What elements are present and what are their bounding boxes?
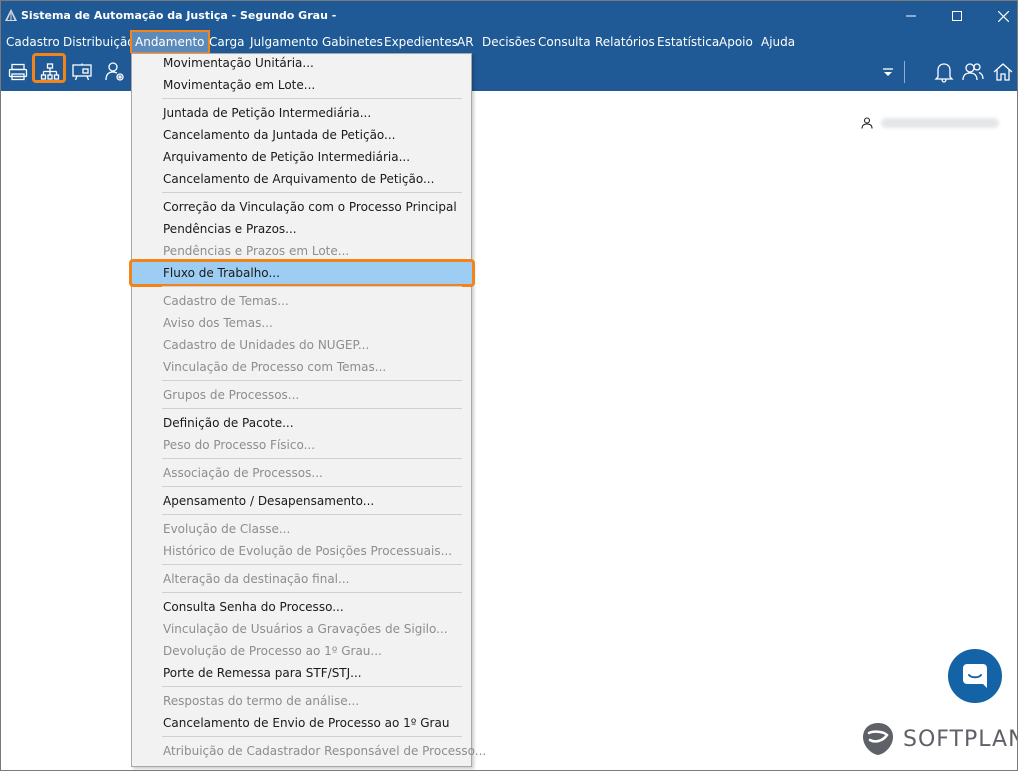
menu-item-historico-de-evolucao-de-posicoes-processuais: Histórico de Evolução de Posições Proces… [163,544,453,558]
current-user [861,117,999,129]
menu-andamento[interactable]: Andamento [130,30,210,54]
toolbar-dropdown-button[interactable] [875,59,901,85]
menu-separator [162,486,462,487]
menu-item-movimentacao-em-lote[interactable]: Movimentação em Lote... [163,74,315,96]
home-icon [993,63,1013,81]
menu-ar[interactable]: AR [457,31,474,53]
minimize-button[interactable] [888,1,934,31]
maximize-button[interactable] [934,1,980,31]
menu-expedientes[interactable]: Expedientes [384,31,458,53]
menu-item-apensamento-desapensamento[interactable]: Apensamento / Desapensamento... [163,490,374,512]
menu-item-vinculacao-de-usuarios-a-gravacoes-de-sigilo: Vinculação de Usuários a Gravações de Si… [163,622,448,636]
menu-item-juntada-de-peticao-intermediaria[interactable]: Juntada de Petição Intermediária... [163,102,371,124]
softplan-logo: SOFTPLAN [861,719,1018,759]
menu-estatistica[interactable]: Estatística [657,31,719,53]
menu-item-cadastro-de-temas: Cadastro de Temas... [163,294,289,308]
title-bar: Sistema de Automação da Justiça - Segund… [1,1,1017,31]
menu-item-cancelamento-da-juntada-de-peticao[interactable]: Cancelamento da Juntada de Petição... [163,124,396,146]
menu-item-pendencias-e-prazos-em-lote: Pendências e Prazos em Lote... [163,244,350,258]
menu-item-atribuicao-de-cadastrador-responsavel-de-processo: Atribuição de Cadastrador Responsável de… [163,744,487,758]
menu-item-respostas-do-termo-de-analise: Respostas do termo de análise... [163,694,360,708]
menu-item-fluxo-de-trabalho[interactable]: Fluxo de Trabalho... [163,262,280,284]
softplan-logo-text: SOFTPLAN [903,726,1018,752]
menu-item-definicao-de-pacote[interactable]: Definição de Pacote... [163,412,294,434]
close-icon [997,10,1009,22]
minimize-icon [906,15,916,17]
toolbar-separator [904,61,905,83]
menu-gabinetes[interactable]: Gabinetes [322,31,383,53]
menu-ajuda[interactable]: Ajuda [761,31,795,53]
printer-icon [8,63,28,81]
menu-item-cancelamento-de-arquivamento-de-peticao[interactable]: Cancelamento de Arquivamento de Petição.… [163,168,434,190]
user-icon [861,117,873,129]
menu-separator [162,514,462,515]
menu-separator [162,408,462,409]
home-button[interactable] [990,59,1016,85]
app-window: Sistema de Automação da Justiça - Segund… [0,0,1018,771]
bell-icon [934,63,954,83]
menu-item-correcao-da-vinculacao-com-o-processo-principal[interactable]: Correção da Vinculação com o Processo Pr… [163,196,457,218]
close-button[interactable] [980,1,1017,31]
menu-carga[interactable]: Carga [209,31,244,53]
toolbar-selection-highlight [32,53,66,83]
board-button[interactable] [69,59,95,85]
menu-distribuicao[interactable]: Distribuição [63,31,135,53]
menu-item-cadastro-de-unidades-do-nugep: Cadastro de Unidades do NUGEP... [163,338,370,352]
menu-item-evolucao-de-classe: Evolução de Classe... [163,522,291,536]
menu-item-associacao-de-processos: Associação de Processos... [163,466,323,480]
user-name-redacted [881,118,999,128]
menu-separator [162,564,462,565]
menu-julgamento[interactable]: Julgamento [250,31,318,53]
menu-item-arquivamento-de-peticao-intermediaria[interactable]: Arquivamento de Petição Intermediária... [163,146,410,168]
menu-cadastro[interactable]: Cadastro [6,31,60,53]
menu-separator [162,286,462,287]
menu-item-consulta-senha-do-processo[interactable]: Consulta Senha do Processo... [163,596,344,618]
menu-relatorios[interactable]: Relatórios [595,31,655,53]
notifications-button[interactable] [931,59,957,85]
users-icon [962,63,984,81]
softplan-logo-icon [863,723,893,755]
user-settings-icon [105,62,124,81]
print-button[interactable] [5,59,31,85]
dropdown-arrow-icon [883,68,893,76]
menu-separator [162,458,462,459]
menu-apoio[interactable]: Apoio [719,31,753,53]
menu-separator [162,686,462,687]
menu-item-movimentacao-unitaria[interactable]: Movimentação Unitária... [163,52,314,74]
board-icon [72,63,92,81]
menu-separator [162,592,462,593]
menu-decisoes[interactable]: Decisões [482,31,536,53]
menu-separator [162,380,462,381]
menu-item-porte-de-remessa-para-stf-stj[interactable]: Porte de Remessa para STF/STJ... [163,662,362,684]
menu-item-devolucao-de-processo-ao-1-grau: Devolução de Processo ao 1º Grau... [163,644,382,658]
menu-separator [162,192,462,193]
menu-item-grupos-de-processos: Grupos de Processos... [163,388,300,402]
users-button[interactable] [960,59,986,85]
window-title: Sistema de Automação da Justiça - Segund… [21,9,337,22]
menu-separator [162,736,462,737]
menu-consulta[interactable]: Consulta [538,31,591,53]
chat-icon [963,664,987,688]
menu-item-peso-do-processo-fisico: Peso do Processo Físico... [163,438,316,452]
menu-item-alteracao-da-destinacao-final: Alteração da destinação final... [163,572,350,586]
menu-item-cancelamento-de-envio-de-processo-ao-1-grau[interactable]: Cancelamento de Envio de Processo ao 1º … [163,712,449,734]
user-settings-button[interactable] [102,59,128,85]
menu-item-pendencias-e-prazos[interactable]: Pendências e Prazos... [163,218,297,240]
menu-item-aviso-dos-temas: Aviso dos Temas... [163,316,273,330]
app-logo-icon [5,9,17,21]
menu-separator [162,98,462,99]
menu-item-vinculacao-de-processo-com-temas: Vinculação de Processo com Temas... [163,360,387,374]
menu-bar: Cadastro Distribuição Andamento Carga Ju… [1,30,1017,54]
maximize-icon [952,11,962,21]
chat-support-button[interactable] [948,649,1002,703]
